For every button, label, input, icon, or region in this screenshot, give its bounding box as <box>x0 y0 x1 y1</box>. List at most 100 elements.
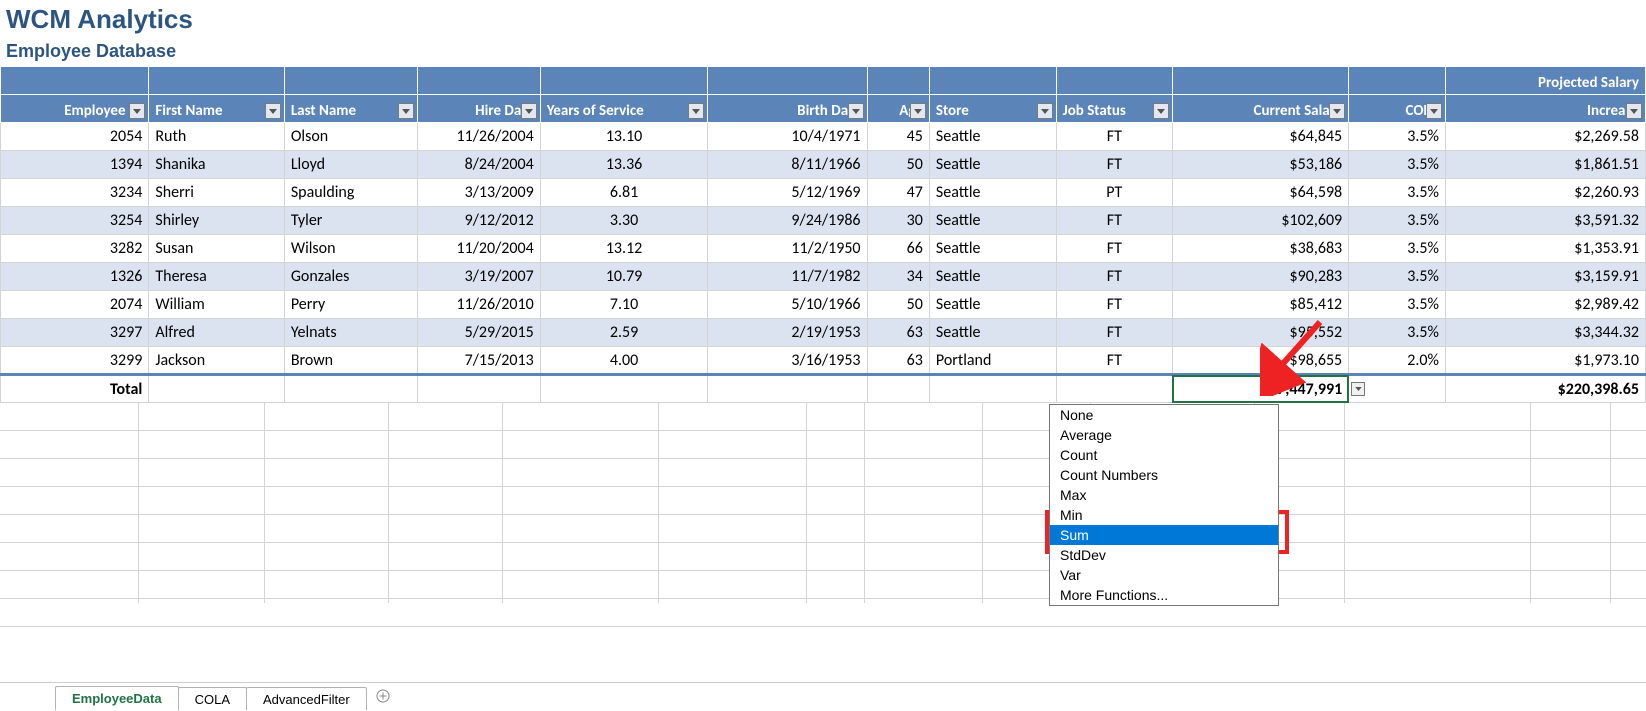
cell-id[interactable]: 2054 <box>1 123 149 151</box>
cell-proj[interactable]: $3,591.32 <box>1445 207 1645 235</box>
cell-salary[interactable]: $90,283 <box>1172 263 1348 291</box>
cell-status[interactable]: FT <box>1056 235 1172 263</box>
cell-last[interactable]: Olson <box>284 123 417 151</box>
cell-salary[interactable]: $85,412 <box>1172 291 1348 319</box>
cell-store[interactable]: Seattle <box>929 151 1056 179</box>
cell-hire[interactable]: 11/26/2004 <box>418 123 541 151</box>
table-row[interactable]: 3282SusanWilson11/20/200413.1211/2/19506… <box>1 235 1646 263</box>
cell-status[interactable]: FT <box>1056 123 1172 151</box>
table-row[interactable]: 1394ShanikaLloyd8/24/200413.368/11/19665… <box>1 151 1646 179</box>
cell-last[interactable]: Gonzales <box>284 263 417 291</box>
filter-dropdown-icon[interactable] <box>848 103 864 119</box>
cell-yos[interactable]: 6.81 <box>540 179 708 207</box>
cell-salary[interactable]: $64,845 <box>1172 123 1348 151</box>
total-cell-proj[interactable]: $220,398.65 <box>1445 375 1645 403</box>
cell-age[interactable]: 30 <box>867 207 929 235</box>
cell-store[interactable]: Seattle <box>929 207 1056 235</box>
cell-hire[interactable]: 7/15/2013 <box>418 347 541 375</box>
filter-dropdown-icon[interactable] <box>1426 103 1442 119</box>
cell-id[interactable]: 3234 <box>1 179 149 207</box>
sheet-tab-cola[interactable]: COLA <box>178 687 247 710</box>
cell-proj[interactable]: $2,989.42 <box>1445 291 1645 319</box>
cell-status[interactable]: FT <box>1056 263 1172 291</box>
cell-birth[interactable]: 9/24/1986 <box>708 207 867 235</box>
cell-id[interactable]: 1326 <box>1 263 149 291</box>
cell-birth[interactable]: 3/16/1953 <box>708 347 867 375</box>
cell-birth[interactable]: 8/11/1966 <box>708 151 867 179</box>
cell-first[interactable]: William <box>149 291 284 319</box>
total-cell-cola[interactable] <box>1349 375 1446 403</box>
cell-proj[interactable]: $1,861.51 <box>1445 151 1645 179</box>
function-menu-item-count-numbers[interactable]: Count Numbers <box>1050 465 1278 485</box>
column-header-projected-salary-increase[interactable]: Increase <box>1445 95 1645 123</box>
column-header-store[interactable]: Store <box>929 95 1056 123</box>
function-menu-item-none[interactable]: None <box>1050 405 1278 425</box>
cell-age[interactable]: 34 <box>867 263 929 291</box>
cell-birth[interactable]: 5/12/1969 <box>708 179 867 207</box>
function-menu-item-average[interactable]: Average <box>1050 425 1278 445</box>
cell-proj[interactable]: $1,353.91 <box>1445 235 1645 263</box>
cell-last[interactable]: Spaulding <box>284 179 417 207</box>
cell-age[interactable]: 45 <box>867 123 929 151</box>
spreadsheet-grid[interactable]: Projected Salary Employee IDFirst NameLa… <box>0 66 1646 603</box>
filter-dropdown-icon[interactable] <box>129 103 145 119</box>
cell-salary[interactable]: $102,609 <box>1172 207 1348 235</box>
filter-dropdown-icon[interactable] <box>265 103 281 119</box>
cell-id[interactable]: 3282 <box>1 235 149 263</box>
column-header-current-salary[interactable]: Current Salary <box>1172 95 1348 123</box>
cell-first[interactable]: Sherri <box>149 179 284 207</box>
cell-age[interactable]: 63 <box>867 319 929 347</box>
function-menu-item-sum[interactable]: Sum <box>1050 525 1278 545</box>
cell-cola[interactable]: 3.5% <box>1349 123 1446 151</box>
filter-dropdown-icon[interactable] <box>1153 103 1169 119</box>
cell-cola[interactable]: 3.5% <box>1349 179 1446 207</box>
total-cell-hire[interactable] <box>418 375 541 403</box>
cell-age[interactable]: 63 <box>867 347 929 375</box>
cell-cola[interactable]: 3.5% <box>1349 151 1446 179</box>
cell-birth[interactable]: 11/7/1982 <box>708 263 867 291</box>
cell-last[interactable]: Brown <box>284 347 417 375</box>
filter-dropdown-icon[interactable] <box>1329 103 1345 119</box>
table-row[interactable]: 2074WilliamPerry11/26/20107.105/10/19665… <box>1 291 1646 319</box>
cell-first[interactable]: Shirley <box>149 207 284 235</box>
cell-store[interactable]: Seattle <box>929 235 1056 263</box>
filter-dropdown-icon[interactable] <box>521 103 537 119</box>
cell-proj[interactable]: $3,159.91 <box>1445 263 1645 291</box>
filter-dropdown-icon[interactable] <box>910 103 926 119</box>
cell-last[interactable]: Lloyd <box>284 151 417 179</box>
column-header-age[interactable]: Age <box>867 95 929 123</box>
sheet-tabs-bar[interactable]: EmployeeDataCOLAAdvancedFilter <box>0 682 1646 710</box>
cell-first[interactable]: Alfred <box>149 319 284 347</box>
cell-last[interactable]: Tyler <box>284 207 417 235</box>
cell-birth[interactable]: 11/2/1950 <box>708 235 867 263</box>
cell-store[interactable]: Seattle <box>929 291 1056 319</box>
cell-hire[interactable]: 5/29/2015 <box>418 319 541 347</box>
filter-dropdown-icon[interactable] <box>688 103 704 119</box>
cell-proj[interactable]: $1,973.10 <box>1445 347 1645 375</box>
cell-cola[interactable]: 3.5% <box>1349 207 1446 235</box>
cell-hire[interactable]: 11/20/2004 <box>418 235 541 263</box>
cell-first[interactable]: Ruth <box>149 123 284 151</box>
filter-dropdown-icon[interactable] <box>398 103 414 119</box>
cell-first[interactable]: Shanika <box>149 151 284 179</box>
column-header-hire-date[interactable]: Hire Date <box>418 95 541 123</box>
cell-yos[interactable]: 13.36 <box>540 151 708 179</box>
cell-age[interactable]: 50 <box>867 291 929 319</box>
add-sheet-button[interactable] <box>366 685 400 710</box>
cell-id[interactable]: 3299 <box>1 347 149 375</box>
function-menu-item-more-functions-[interactable]: More Functions... <box>1050 585 1278 605</box>
cell-cola[interactable]: 3.5% <box>1349 319 1446 347</box>
total-cell-id[interactable]: Total <box>1 375 149 403</box>
filter-dropdown-icon[interactable] <box>1626 103 1642 119</box>
cell-cola[interactable]: 3.5% <box>1349 235 1446 263</box>
cell-status[interactable]: PT <box>1056 179 1172 207</box>
cell-yos[interactable]: 2.59 <box>540 319 708 347</box>
cell-birth[interactable]: 5/10/1966 <box>708 291 867 319</box>
cell-store[interactable]: Seattle <box>929 123 1056 151</box>
cell-status[interactable]: FT <box>1056 319 1172 347</box>
cell-last[interactable]: Perry <box>284 291 417 319</box>
cell-proj[interactable]: $2,260.93 <box>1445 179 1645 207</box>
table-row[interactable]: 3297AlfredYelnats5/29/20152.592/19/19536… <box>1 319 1646 347</box>
cell-proj[interactable]: $2,269.58 <box>1445 123 1645 151</box>
cell-age[interactable]: 47 <box>867 179 929 207</box>
